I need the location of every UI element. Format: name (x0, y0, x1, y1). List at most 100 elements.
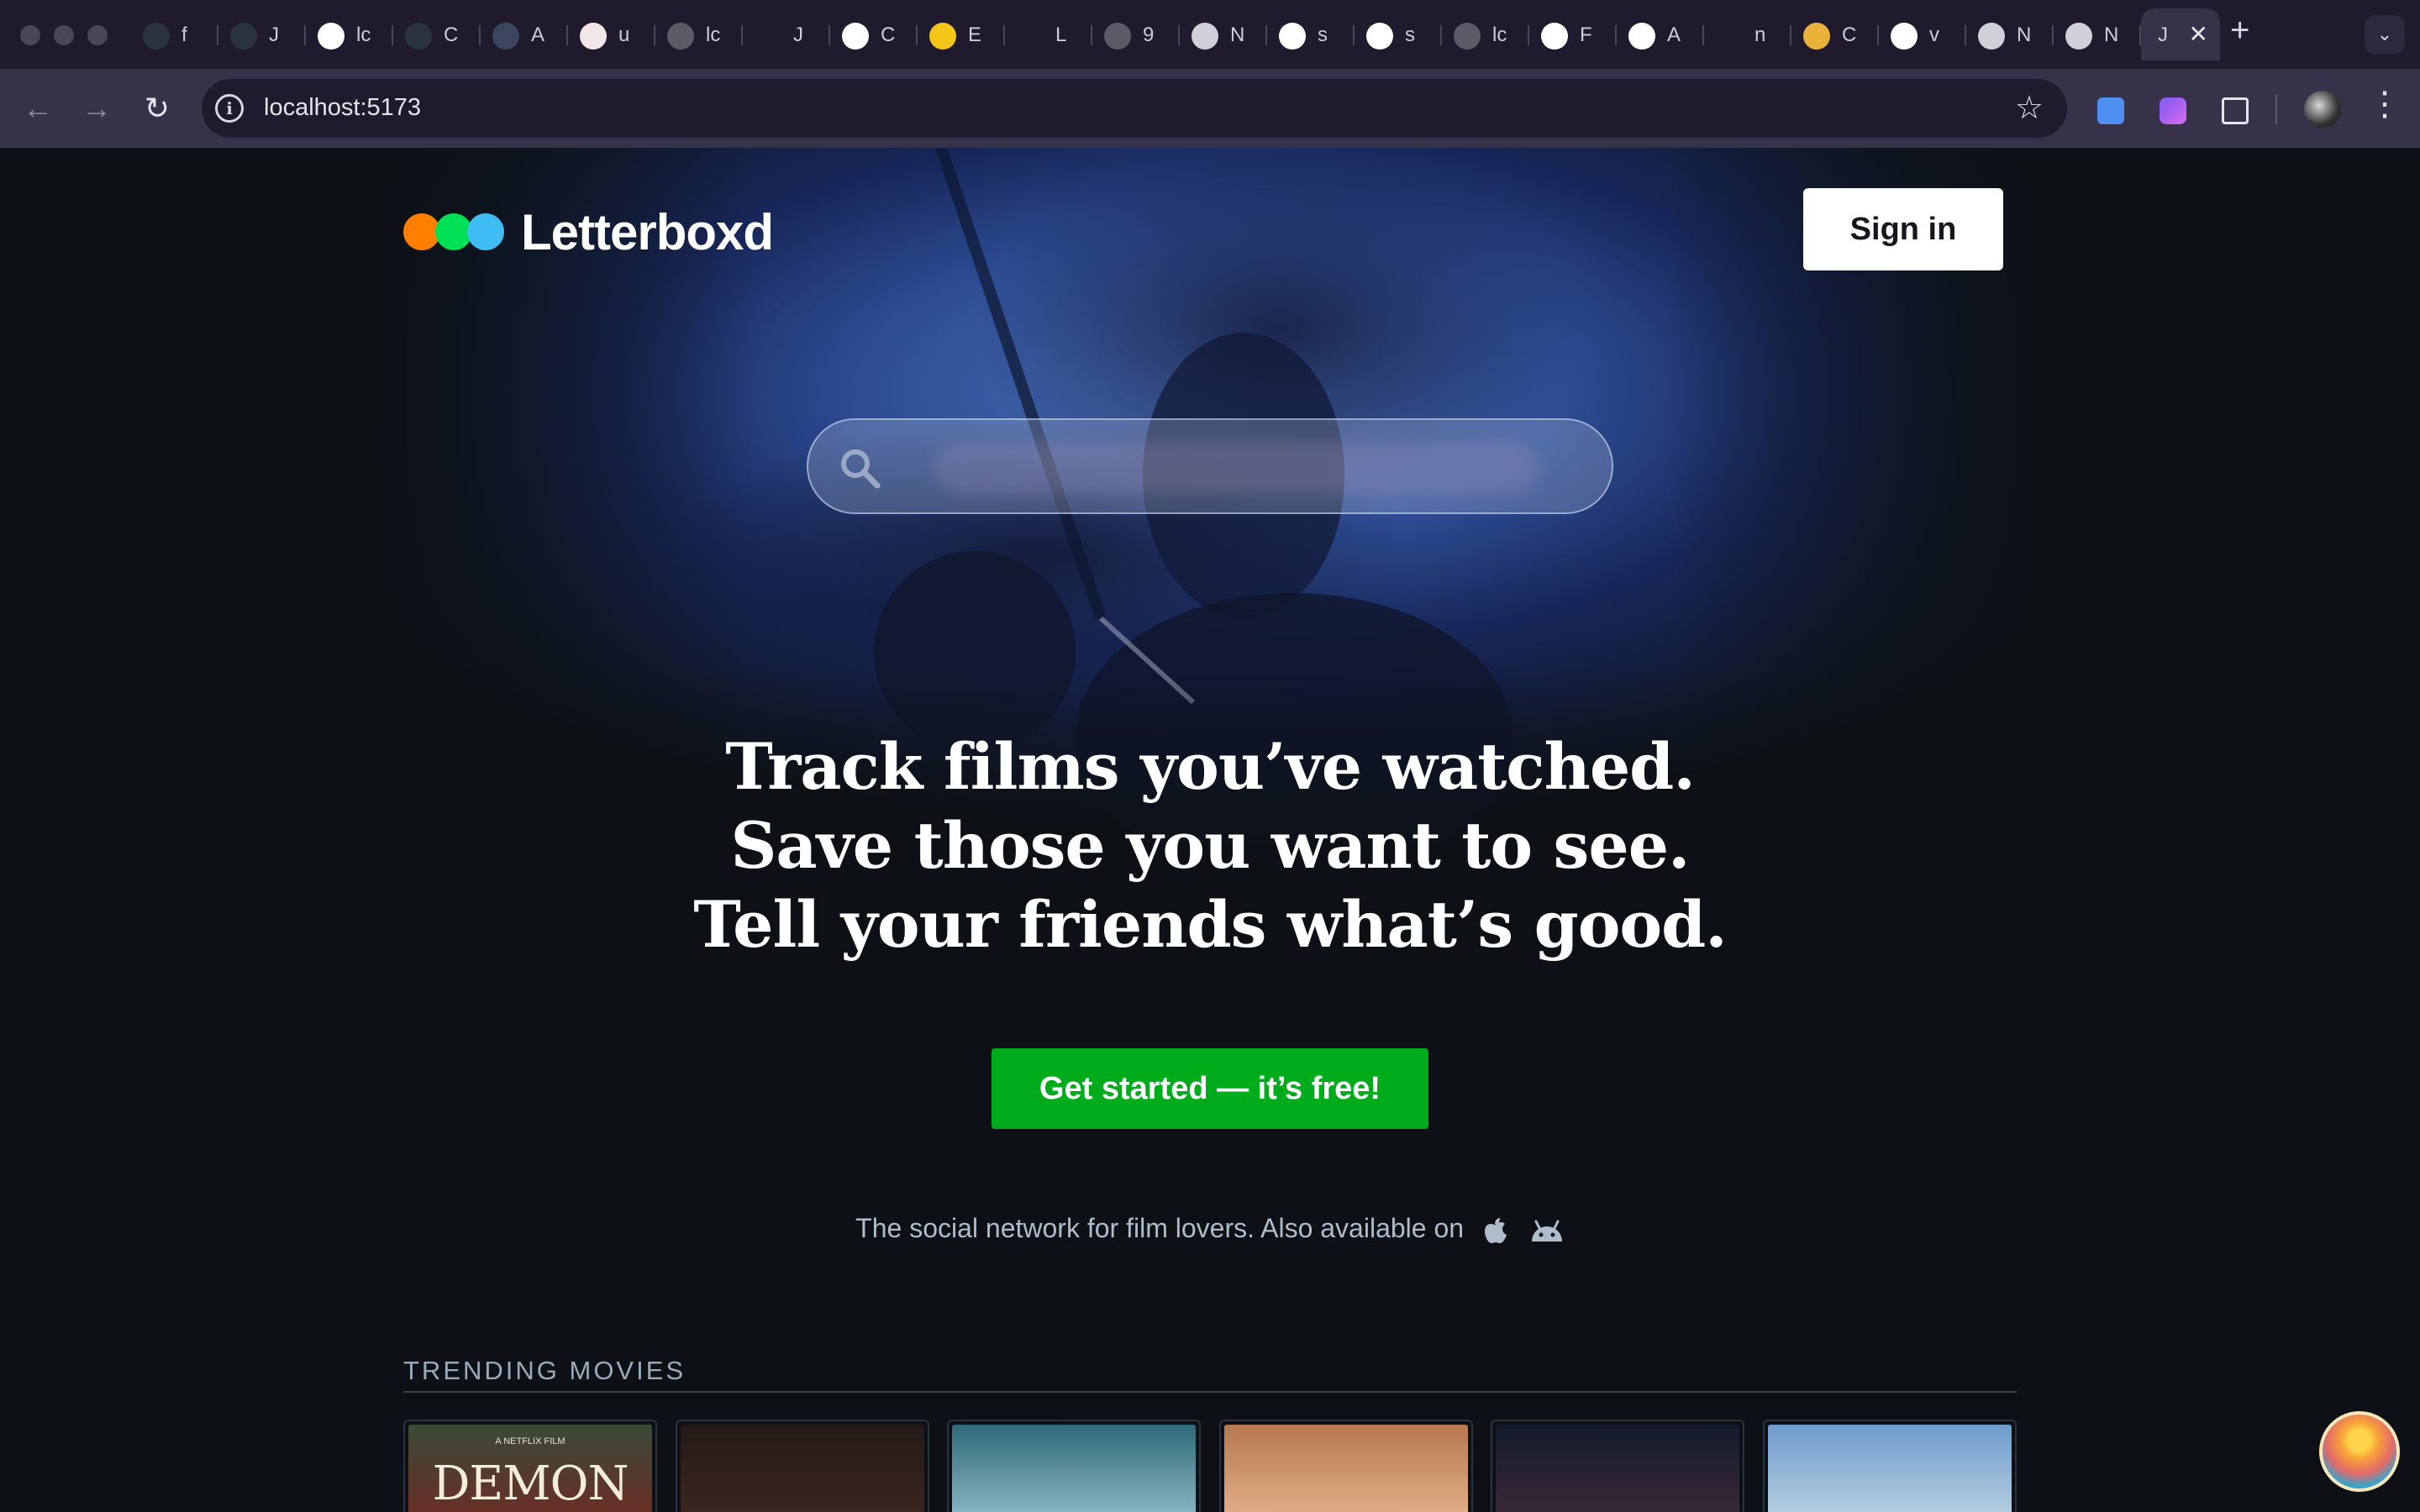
browser-tab-active[interactable]: J ✕ (2141, 8, 2220, 60)
movie-poster[interactable] (947, 1420, 1202, 1512)
apple-icon[interactable] (1483, 1216, 1508, 1245)
search-input[interactable] (901, 445, 1573, 491)
poster-image (1223, 1425, 1468, 1512)
browser-tab[interactable]: E (918, 8, 1005, 60)
browser-toolbar: ← → ↻ i localhost:5173 ☆ ⋮ (0, 69, 2420, 148)
toolbar-divider (2275, 94, 2277, 124)
movie-poster[interactable] (675, 1420, 929, 1512)
close-tab-icon[interactable]: ✕ (2189, 20, 2208, 48)
poster-studio-label: A NETFLIX FILM (495, 1436, 566, 1446)
browser-tab[interactable]: s (1267, 8, 1355, 60)
browser-tab[interactable]: lc (1442, 8, 1529, 60)
browser-tab-title: n (1754, 24, 1766, 46)
browser-tab-title: J (2158, 24, 2168, 46)
browser-tab[interactable]: N (1966, 8, 2054, 60)
browser-tab-title: N (2017, 24, 2032, 46)
browser-tab-title: A (531, 24, 545, 46)
search-bar[interactable] (807, 418, 1613, 514)
letterboxd-dots-icon (230, 23, 257, 50)
browser-tab-bar: f Jlc C Au lc J C E L 9 Ns s lc F An Cv N N J ✕ + ⌄ (0, 0, 2420, 69)
browser-tab[interactable]: 9 (1092, 8, 1180, 60)
browser-tab[interactable]: lc (306, 8, 393, 60)
logo-wordmark: Letterboxd (521, 203, 774, 260)
browser-tab[interactable]: C (1791, 8, 1879, 60)
poster-image (1768, 1425, 2012, 1512)
browser-tab-title: J (269, 24, 279, 46)
openai-icon (842, 23, 869, 50)
movie-poster[interactable]: A NETFLIX FILM DEMON CITY (403, 1420, 657, 1512)
google-icon (1279, 23, 1306, 50)
trending-divider (403, 1391, 2017, 1393)
social-network-line: The social network for film lovers. Also… (0, 1213, 2420, 1245)
tab-search-button[interactable]: ⌄ (2365, 15, 2405, 54)
dash-icon (1017, 23, 1044, 50)
browser-tab-title: u (618, 24, 630, 46)
browser-tab[interactable]: J (218, 8, 306, 60)
browser-tab[interactable]: A (481, 8, 568, 60)
movie-poster[interactable] (1218, 1420, 1473, 1512)
browser-tab-title: N (2104, 24, 2119, 46)
extension-docs-icon[interactable] (2097, 97, 2124, 124)
movie-poster[interactable] (1491, 1420, 1745, 1512)
letterboxd-logo[interactable]: Letterboxd (403, 204, 774, 260)
trending-movies-heading[interactable]: TRENDING MOVIES (403, 1356, 686, 1386)
new-tab-button[interactable]: + (2230, 12, 2249, 50)
logo-blue-dot-icon (467, 213, 504, 250)
browser-tab-title: s (1405, 24, 1415, 46)
address-bar[interactable]: i localhost:5173 ☆ (202, 79, 2067, 138)
browser-tab[interactable]: s (1355, 8, 1442, 60)
bookmark-star-icon[interactable]: ☆ (2015, 89, 2044, 127)
openai-icon (1628, 23, 1655, 50)
scissors-icon (755, 23, 781, 50)
chromium-icon (2065, 23, 2092, 50)
browser-tab[interactable]: u (568, 8, 655, 60)
address-url[interactable]: localhost:5173 (264, 94, 421, 122)
browser-tab-title: lc (356, 24, 371, 46)
movie-poster[interactable] (1763, 1420, 2017, 1512)
browser-tab[interactable]: A (1617, 8, 1704, 60)
poster-image (952, 1425, 1197, 1512)
browser-tab[interactable]: C (393, 8, 481, 60)
hero-tagline: Track films you’ve watched. Save those y… (0, 727, 2420, 964)
tagline-line-2: Save those you want to see. (730, 808, 1690, 883)
page-content: Letterboxd Sign in Track films you’ve wa… (0, 148, 2420, 1512)
reload-button[interactable]: ↻ (136, 87, 178, 129)
browser-tab-title: N (1230, 24, 1245, 46)
window-close-dot[interactable] (20, 25, 40, 45)
gmail-icon (1541, 23, 1568, 50)
browser-tab-title: J (793, 24, 803, 46)
poster-title: DEMON CITY (432, 1457, 629, 1512)
browser-tab[interactable]: f (131, 8, 218, 60)
browser-tab-title: E (968, 24, 982, 46)
browser-tab[interactable]: N (1180, 8, 1267, 60)
browser-tab[interactable]: N (2054, 8, 2141, 60)
tab-strip: f Jlc C Au lc J C E L 9 Ns s lc F An Cv N N J ✕ (131, 8, 2220, 60)
browser-tab-title: v (1929, 24, 1939, 46)
forward-button[interactable]: → (76, 87, 118, 129)
android-icon[interactable] (1529, 1218, 1565, 1243)
floating-assistant-avatar[interactable] (2319, 1411, 2400, 1492)
browser-tab[interactable]: F (1529, 8, 1617, 60)
window-zoom-dot[interactable] (87, 25, 108, 45)
get-started-button[interactable]: Get started — it’s free! (992, 1048, 1428, 1129)
stackoverflow-icon (1716, 23, 1743, 50)
browser-tab[interactable]: n (1704, 8, 1791, 60)
profile-avatar[interactable] (2304, 91, 2341, 128)
browser-menu-icon[interactable]: ⋮ (2368, 87, 2402, 121)
back-button[interactable]: ← (17, 87, 59, 129)
globe-icon (1104, 23, 1131, 50)
browser-tab[interactable]: J (743, 8, 830, 60)
site-info-icon[interactable]: i (215, 94, 244, 123)
browser-tab-title: C (881, 24, 896, 46)
browser-tab-title: lc (1492, 24, 1507, 46)
browser-tab[interactable]: lc (655, 8, 743, 60)
window-minimize-dot[interactable] (54, 25, 74, 45)
browser-tab[interactable]: L (1005, 8, 1092, 60)
browser-tab[interactable]: C (830, 8, 918, 60)
extension-purple-icon[interactable] (2160, 97, 2186, 124)
browser-tab-title: L (1055, 24, 1067, 46)
sign-in-button[interactable]: Sign in (1803, 188, 2003, 270)
extensions-puzzle-icon[interactable] (2222, 97, 2249, 124)
browser-tab[interactable]: v (1879, 8, 1966, 60)
browser-tab-title: C (444, 24, 459, 46)
